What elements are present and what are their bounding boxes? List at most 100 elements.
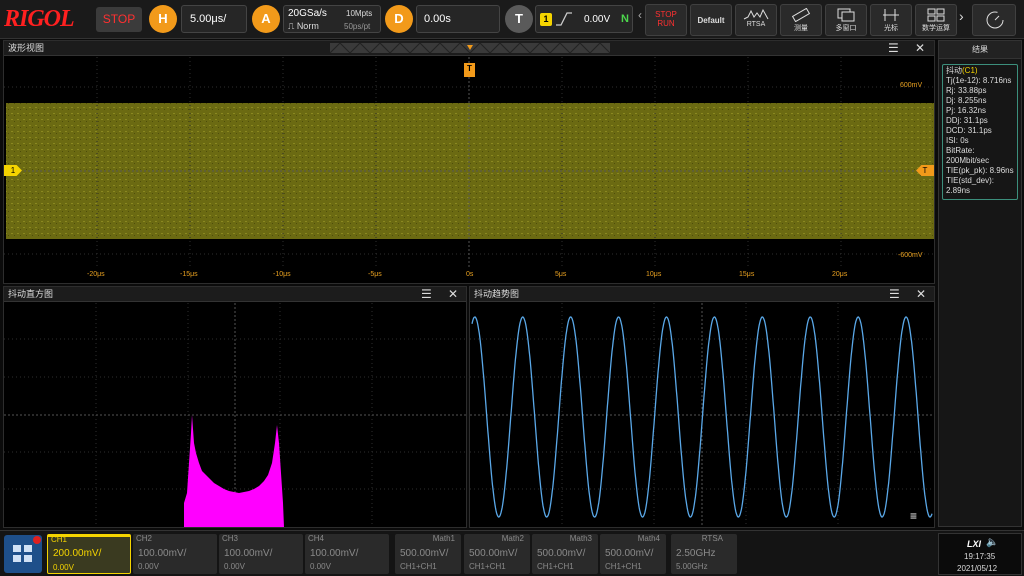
ch4-label: CH4 [308, 534, 325, 543]
x-tick-label: 5μs [555, 271, 567, 278]
run-state-button[interactable]: STOP [96, 7, 142, 32]
x-tick-label: 15μs [739, 271, 755, 278]
home-menu-button[interactable] [4, 535, 42, 573]
list-icon[interactable]: ≡ [910, 509, 917, 523]
acquire-badge[interactable]: A [252, 5, 280, 33]
lxi-logo: LXI [967, 539, 982, 549]
stop-run-button[interactable]: STOP RUN [645, 4, 687, 36]
cursor-label: 光标 [884, 25, 898, 32]
ch1-box[interactable]: CH1 200.00mV/ 0.00V [47, 534, 131, 574]
ch4-scale: 100.00mV/ [310, 548, 359, 559]
speaker-icon[interactable]: 🔈 [986, 537, 998, 548]
ch4-box[interactable]: CH4 100.00mV/ 0.00V [305, 534, 389, 574]
bottom-bar: CH1 200.00mV/ 0.00V CH2 100.00mV/ 0.00V … [0, 530, 1024, 576]
math3-source: CH1+CH1 [537, 562, 574, 571]
timebase-box[interactable]: 5.00μs/ [181, 5, 247, 33]
math2-label: Math2 [501, 534, 524, 543]
points-per-sample: 50ps/pt [344, 22, 371, 31]
math2-box[interactable]: Math2 500.00mV/ CH1+CH1 [464, 534, 530, 574]
x-tick-label: -10μs [273, 271, 291, 278]
jitter-results-card[interactable]: 抖动(C1) Tj(1e-12): 8.716ns Rj: 33.88ps Dj… [942, 64, 1018, 200]
cursor-icon [883, 9, 899, 21]
result-item: BitRate: 200Mbit/sec [946, 146, 990, 165]
results-title: 结果 [939, 41, 1021, 59]
horizontal-badge[interactable]: H [149, 5, 177, 33]
rtsa-button[interactable]: RTSA [735, 4, 777, 36]
result-item: Pj: 16.32ns [946, 106, 987, 115]
acquire-mode-text: Norm [296, 21, 319, 31]
menu-icon[interactable]: ☰ [889, 287, 900, 301]
y-bottom-label: -600mV [898, 252, 923, 259]
x-tick-label: 10μs [646, 271, 662, 278]
results-panel: 结果 抖动(C1) Tj(1e-12): 8.716ns Rj: 33.88ps… [938, 40, 1022, 527]
rtsa-span: 5.00GHz [676, 562, 708, 571]
toolbar-left-arrow[interactable]: ‹ [638, 8, 642, 22]
rigol-logo: RIGOL [4, 6, 75, 32]
math2-scale: 500.00mV/ [469, 548, 518, 559]
histogram-panel-title: 抖动直方图 [8, 289, 54, 299]
math-grid-icon [927, 8, 945, 22]
ch3-box[interactable]: CH3 100.00mV/ 0.00V [219, 534, 303, 574]
undo-button[interactable] [972, 4, 1016, 36]
trigger-source: 1 [540, 13, 552, 26]
multi-window-button[interactable]: 多窗口 [825, 4, 867, 36]
memory-overview-bar[interactable] [329, 42, 611, 54]
results-header-prefix: 抖动 [946, 66, 962, 75]
histogram-plot [4, 303, 466, 527]
close-icon[interactable]: ✕ [915, 41, 925, 55]
pulse-icon: ⎍ [288, 21, 297, 31]
rtsa-center: 2.50GHz [676, 548, 716, 559]
trend-panel-title: 抖动趋势图 [474, 289, 520, 299]
trigger-position-marker[interactable]: T [464, 63, 475, 77]
math3-label: Math3 [569, 534, 592, 543]
ch3-label: CH3 [222, 534, 239, 543]
result-item: Dj: 8.255ns [946, 96, 987, 105]
math-button[interactable]: 数学运算 [915, 4, 957, 36]
toolbar-right-arrow[interactable]: › [959, 8, 964, 24]
x-tick-label: 0s [466, 271, 474, 278]
acquire-box[interactable]: 20GSa/s ⎍ Norm 10Mpts 50ps/pt [283, 5, 381, 33]
histogram-panel: 抖动直方图 ☰ ✕ [3, 286, 467, 528]
delay-box[interactable]: 0.00s [416, 5, 500, 33]
x-tick-label: -15μs [180, 271, 198, 278]
jitter-histogram [184, 415, 284, 527]
math4-label: Math4 [637, 534, 660, 543]
math3-scale: 500.00mV/ [537, 548, 586, 559]
result-item: Rj: 33.88ps [946, 86, 987, 95]
result-item: TIE(std_dev): 2.89ns [946, 176, 995, 195]
ch1-scale: 200.00mV/ [53, 548, 102, 559]
menu-icon[interactable]: ☰ [421, 287, 432, 301]
windows-icon [837, 8, 855, 22]
math1-scale: 500.00mV/ [400, 548, 449, 559]
default-button[interactable]: Default [690, 4, 732, 36]
x-tick-label: -5μs [368, 271, 382, 278]
measure-label: 测量 [794, 25, 808, 32]
math4-box[interactable]: Math4 500.00mV/ CH1+CH1 [600, 534, 666, 574]
cursor-button[interactable]: 光标 [870, 4, 912, 36]
stop-run-label: STOP RUN [655, 10, 677, 28]
trend-plot [470, 303, 934, 527]
delay-badge[interactable]: D [385, 5, 413, 33]
rtsa-box[interactable]: RTSA 2.50GHz 5.00GHz [671, 534, 737, 574]
math4-source: CH1+CH1 [605, 562, 642, 571]
trigger-box[interactable]: 1 0.00V N [535, 5, 633, 33]
trigger-badge[interactable]: T [505, 5, 533, 33]
trend-panel: 抖动趋势图 ☰ ✕ ≡ [469, 286, 935, 528]
math1-box[interactable]: Math1 500.00mV/ CH1+CH1 [395, 534, 461, 574]
ch2-box[interactable]: CH2 100.00mV/ 0.00V [133, 534, 217, 574]
memory-depth: 10Mpts [346, 9, 373, 18]
waveform-panel: 波形视图 ☰ ✕ T 1 T 600mV -600mV -20μs -15μs … [3, 40, 935, 284]
close-icon[interactable]: ✕ [916, 287, 926, 301]
x-tick-label: 20μs [832, 271, 848, 278]
x-tick-label: -20μs [87, 271, 105, 278]
rtsa-label: RTSA [701, 534, 723, 543]
ch1-offset: 0.00V [53, 563, 74, 572]
menu-icon[interactable]: ☰ [888, 41, 899, 55]
measure-button[interactable]: 测量 [780, 4, 822, 36]
rising-edge-icon [555, 11, 573, 29]
ch1-label: CH1 [51, 535, 68, 544]
math3-box[interactable]: Math3 500.00mV/ CH1+CH1 [532, 534, 598, 574]
ch2-label: CH2 [136, 534, 153, 543]
ch3-offset: 0.00V [224, 562, 245, 571]
close-icon[interactable]: ✕ [448, 287, 458, 301]
